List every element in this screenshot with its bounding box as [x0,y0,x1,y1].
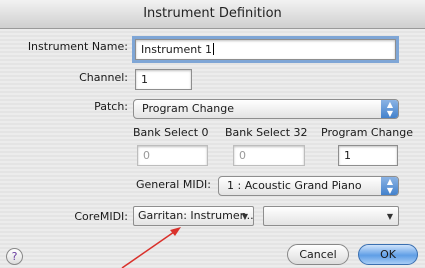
annotation-arrow-line [121,231,175,268]
annotation-arrow-icon [121,227,181,268]
annotation-arrow-head [170,227,181,236]
